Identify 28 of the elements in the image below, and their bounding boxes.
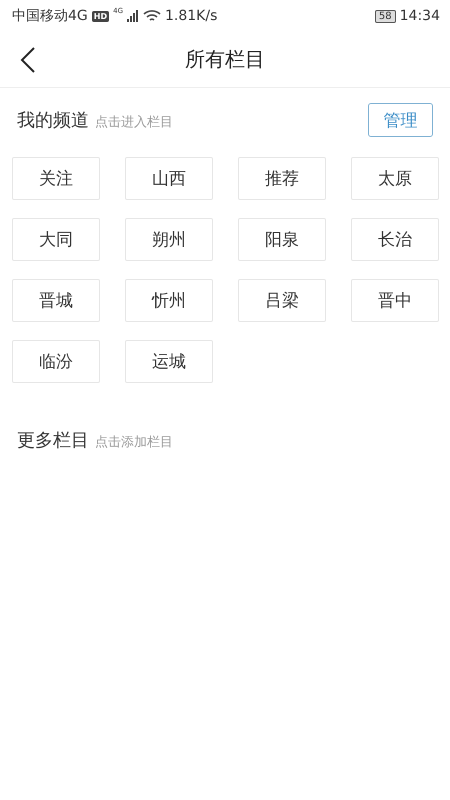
section-title: 我的频道 (17, 109, 89, 132)
channel-tag[interactable]: 晋中 (351, 279, 439, 322)
channel-tag[interactable]: 推荐 (238, 157, 326, 200)
back-icon[interactable] (20, 47, 36, 73)
channel-tag[interactable]: 吕梁 (238, 279, 326, 322)
channel-tag[interactable]: 临汾 (12, 340, 100, 383)
channel-tag[interactable]: 太原 (351, 157, 439, 200)
section-hint: 点击添加栏目 (95, 434, 173, 450)
channel-tag[interactable]: 长治 (351, 218, 439, 261)
section-title: 更多栏目 (17, 429, 89, 452)
channel-tag[interactable]: 大同 (12, 218, 100, 261)
section-hint: 点击进入栏目 (95, 114, 173, 130)
channel-tag[interactable]: 晋城 (12, 279, 100, 322)
channel-tag[interactable]: 朔州 (125, 218, 213, 261)
manage-button[interactable]: 管理 (368, 103, 433, 137)
battery-icon: 58 (374, 10, 396, 22)
page-title: 所有栏目 (185, 46, 265, 73)
signal-icon (127, 10, 139, 22)
clock-time: 14:34 (400, 8, 440, 24)
channel-tag[interactable]: 忻州 (125, 279, 213, 322)
network-speed: 1.81K/s (165, 8, 218, 24)
carrier-text: 中国移动4G (12, 7, 88, 25)
channel-tag[interactable]: 运城 (125, 340, 213, 383)
hd-badge: HD (92, 10, 110, 22)
channel-tag[interactable]: 山西 (125, 157, 213, 200)
wifi-icon (143, 9, 161, 23)
channel-tag[interactable]: 阳泉 (238, 218, 326, 261)
channel-tag[interactable]: 关注 (12, 157, 100, 200)
